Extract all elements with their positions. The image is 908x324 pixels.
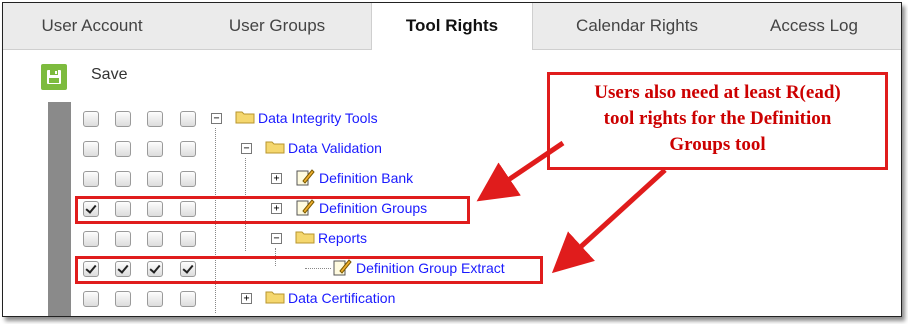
tool-rights-panel: User Account User Groups Tool Rights Cal…: [2, 2, 902, 317]
annotation-arrows: [476, 140, 667, 274]
arrow-to-definition-group-extract: [551, 168, 667, 274]
arrow-to-definition-groups: [476, 140, 565, 202]
